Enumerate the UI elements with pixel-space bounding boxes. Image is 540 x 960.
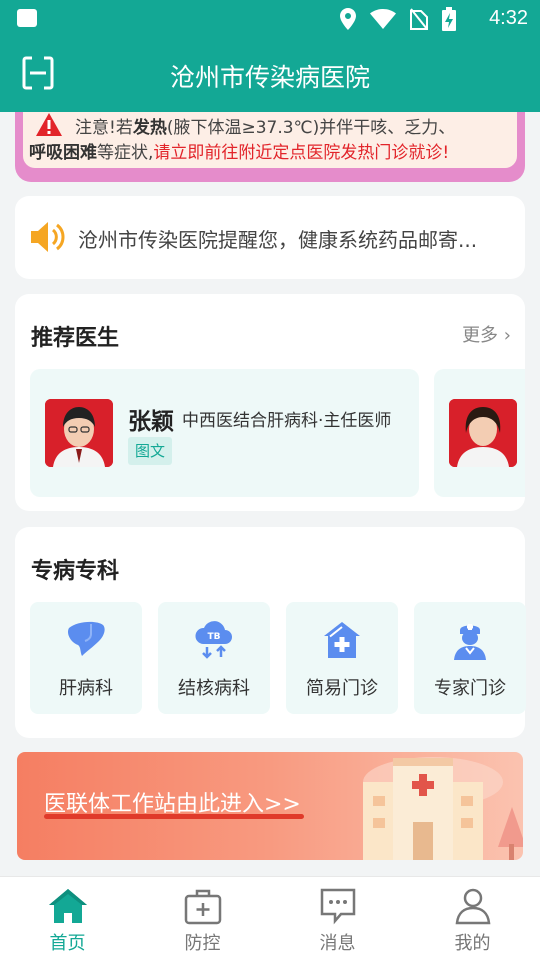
no-sim-icon xyxy=(410,8,428,30)
doctor-avatar xyxy=(45,399,113,467)
dept-expert[interactable]: 专家门诊 xyxy=(414,602,526,714)
tab-prevention[interactable]: 防控 xyxy=(135,877,270,960)
page-title: 沧州市传染病医院 xyxy=(169,63,370,92)
tab-messages[interactable]: 消息 xyxy=(270,877,405,960)
home-icon xyxy=(48,889,87,923)
notice-line-2: 呼吸困难等症状,请立即前往附近定点医院发热门诊就诊! xyxy=(29,143,450,163)
dept-label: 简易门诊 xyxy=(306,678,378,699)
notification-icon xyxy=(17,9,37,27)
doctor-card[interactable]: 张颖 中西医结合肝病科·主任医师 图文 xyxy=(30,369,419,497)
fever-notice: 注意!若发热(腋下体温≥37.3℃)并伴干咳、乏力、 呼吸困难等症状,请立即前往… xyxy=(23,112,517,168)
user-icon xyxy=(455,888,490,925)
fever-notice-banner: 注意!若发热(腋下体温≥37.3℃)并伴干咳、乏力、 呼吸困难等症状,请立即前往… xyxy=(15,112,525,182)
message-icon xyxy=(320,888,355,925)
tab-profile[interactable]: 我的 xyxy=(405,877,540,960)
dept-clinic[interactable]: 简易门诊 xyxy=(286,602,398,714)
notice-line-1: 注意!若发热(腋下体温≥37.3℃)并伴干咳、乏力、 xyxy=(75,118,456,138)
status-bar: 4:32 xyxy=(0,0,540,36)
section-title: 专病专科 xyxy=(31,559,120,584)
doctor-name: 张颖 xyxy=(128,409,174,435)
svg-text:TB: TB xyxy=(208,632,221,642)
speaker-icon xyxy=(31,222,65,252)
nurse-icon xyxy=(454,624,486,660)
section-title: 推荐医生 xyxy=(31,326,120,351)
dept-label: 专家门诊 xyxy=(434,678,506,699)
hospital-building-icon xyxy=(363,757,523,860)
clinic-house-icon xyxy=(324,622,360,658)
banner-underline xyxy=(44,814,304,819)
specialty-section: 专病专科 肝病科 TB 结核病科 简易门诊 专家门诊 xyxy=(15,527,526,738)
medical-alliance-banner[interactable]: 医联体工作站由此进入>> xyxy=(17,752,523,860)
tab-label: 我的 xyxy=(454,933,491,954)
tb-cloud-icon: TB xyxy=(195,621,232,659)
consult-type-tag: 图文 xyxy=(128,437,173,465)
app-bar: 沧州市传染病医院 xyxy=(0,36,540,112)
doctor-title: 中西医结合肝病科·主任医师 xyxy=(182,411,392,431)
medkit-icon xyxy=(184,889,221,925)
doctor-avatar xyxy=(449,399,517,467)
liver-icon xyxy=(68,621,105,656)
dept-label: 结核病科 xyxy=(178,678,250,699)
battery-charging-icon xyxy=(442,7,456,31)
bottom-tab-bar: 首页 防控 消息 我的 xyxy=(0,876,540,960)
dept-liver[interactable]: 肝病科 xyxy=(30,602,142,714)
dept-tb[interactable]: TB 结核病科 xyxy=(158,602,270,714)
wifi-icon xyxy=(370,9,396,29)
dept-label: 肝病科 xyxy=(59,678,113,699)
doctor-card[interactable] xyxy=(434,369,525,497)
more-link[interactable]: 更多 › xyxy=(462,321,511,347)
tab-label: 首页 xyxy=(49,933,86,954)
clock: 4:32 xyxy=(489,7,528,29)
chevron-right-icon: › xyxy=(503,325,511,346)
tab-label: 防控 xyxy=(184,933,221,954)
tab-label: 消息 xyxy=(319,933,356,954)
announcement-card[interactable]: 沧州市传染医院提醒您，健康系统药品邮寄... xyxy=(15,196,525,279)
announcement-text: 沧州市传染医院提醒您，健康系统药品邮寄... xyxy=(78,228,478,252)
location-icon xyxy=(340,8,356,30)
tab-home[interactable]: 首页 xyxy=(0,877,135,960)
recommended-doctors-section: 推荐医生 更多 › 张颖 中西医结合肝病科·主任医师 图文 xyxy=(15,294,525,511)
warning-icon xyxy=(36,113,62,136)
